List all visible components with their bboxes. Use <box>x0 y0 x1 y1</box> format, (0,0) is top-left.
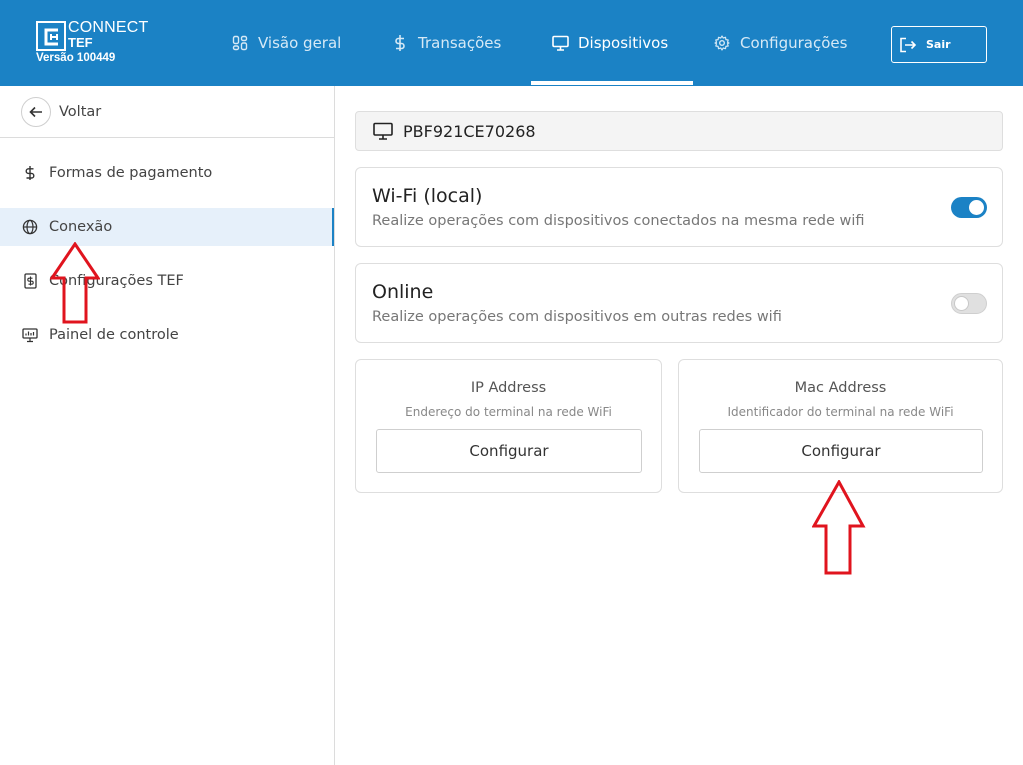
mac-address-title: Mac Address <box>794 380 887 396</box>
sidebar-item-formas-de-pagamento[interactable]: Formas de pagamento <box>0 154 334 192</box>
sidebar-item-label: Conexão <box>49 219 113 235</box>
dashboard-icon <box>231 34 249 52</box>
wifi-local-card: Wi-Fi (local) Realize operações com disp… <box>355 167 1003 247</box>
dollar-icon <box>22 165 38 181</box>
back-button[interactable]: Voltar <box>0 86 334 138</box>
nav-visao-geral[interactable]: Visão geral <box>231 0 341 86</box>
mac-address-card: Mac Address Identificador do terminal na… <box>678 359 1003 493</box>
online-toggle[interactable] <box>951 293 987 314</box>
toggle-knob <box>954 296 969 311</box>
nav-label: Dispositivos <box>578 34 669 52</box>
connect-tef-logo[interactable]: CONNECT TEF Versão 100449 <box>36 18 156 70</box>
toggle-knob <box>969 200 984 215</box>
connection-title: Online <box>372 281 434 303</box>
device-header: PBF921CE70268 <box>355 111 1003 151</box>
back-label: Voltar <box>59 103 102 120</box>
device-id: PBF921CE70268 <box>403 121 536 141</box>
sidebar-item-label: Painel de controle <box>49 327 179 343</box>
active-tab-indicator <box>531 81 693 85</box>
logo-tef-text: TEF <box>68 35 93 50</box>
monitor-icon <box>551 34 569 52</box>
connection-description: Realize operações com dispositivos conec… <box>372 213 865 229</box>
receipt-icon <box>22 273 38 289</box>
logout-label: Sair <box>926 38 951 51</box>
monitor-icon <box>373 122 393 140</box>
mac-address-description: Identificador do terminal na rede WiFi <box>727 405 954 419</box>
top-navigation-bar: CONNECT TEF Versão 100449 Visão geral Tr… <box>0 0 1023 86</box>
annotation-arrow-up-icon <box>812 480 866 575</box>
ip-address-title: IP Address <box>470 380 547 396</box>
logout-button[interactable]: Sair <box>891 26 987 63</box>
nav-dispositivos[interactable]: Dispositivos <box>551 0 668 86</box>
annotation-arrow-up-icon <box>50 242 100 324</box>
settings-sidebar: Voltar Formas de pagamento Conexão Confi… <box>0 86 335 765</box>
nav-label: Transações <box>418 34 502 52</box>
app-version: Versão 100449 <box>36 52 116 64</box>
nav-label: Configurações <box>740 34 848 52</box>
logo-mark-icon <box>36 21 66 51</box>
dollar-icon <box>391 34 409 52</box>
ip-address-card: IP Address Endereço do terminal na rede … <box>355 359 662 493</box>
device-connection-panel: PBF921CE70268 Wi-Fi (local) Realize oper… <box>335 86 1023 765</box>
logout-icon <box>900 37 917 52</box>
sidebar-item-label: Formas de pagamento <box>49 165 213 181</box>
globe-icon <box>22 219 38 235</box>
sidebar-item-conexao[interactable]: Conexão <box>0 208 334 246</box>
ip-address-description: Endereço do terminal na rede WiFi <box>405 405 612 419</box>
online-card: Online Realize operações com dispositivo… <box>355 263 1003 343</box>
nav-configuracoes[interactable]: Configurações <box>713 0 847 86</box>
connection-title: Wi-Fi (local) <box>372 185 483 207</box>
control-panel-icon <box>22 327 38 343</box>
nav-transacoes[interactable]: Transações <box>391 0 501 86</box>
wifi-local-toggle[interactable] <box>951 197 987 218</box>
configure-mac-button[interactable]: Configurar <box>699 429 983 473</box>
configure-ip-button[interactable]: Configurar <box>376 429 642 473</box>
gear-icon <box>713 34 731 52</box>
nav-label: Visão geral <box>258 34 342 52</box>
connection-description: Realize operações com dispositivos em ou… <box>372 309 782 325</box>
arrow-left-icon <box>21 96 51 127</box>
